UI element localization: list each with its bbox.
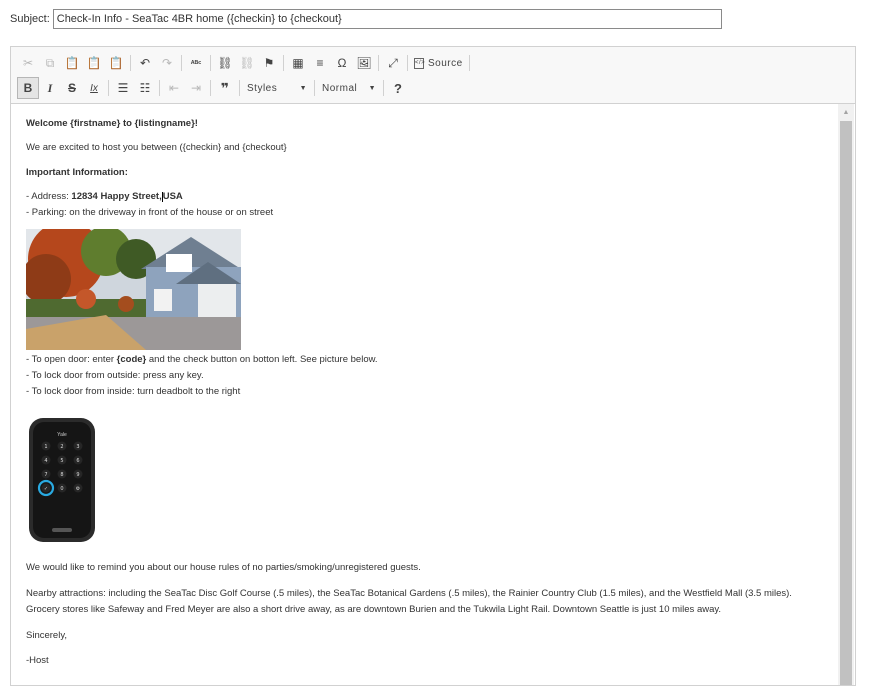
address-line: - Address: 12834 Happy Street,USA	[26, 191, 824, 207]
bulleted-list-icon[interactable]: ☷	[134, 77, 156, 99]
blockquote-button[interactable]: ❞	[214, 77, 236, 99]
paste-text-icon[interactable]: 📋	[83, 52, 105, 74]
toolbar-separator	[181, 55, 182, 71]
parking-line: - Parking: on the driveway in front of t…	[26, 207, 274, 219]
source-button[interactable]: </> Source	[411, 57, 466, 69]
outdent-icon[interactable]: ⇤	[163, 77, 185, 99]
keypad-key-label: 8	[60, 472, 63, 478]
numbered-list-icon[interactable]: ☰	[112, 77, 134, 99]
toolbar-separator	[468, 55, 470, 71]
door-code: {code}	[116, 354, 147, 366]
toolbar-separator	[130, 55, 131, 71]
important-text: Important Information:	[26, 166, 128, 178]
greeting-text: Welcome {firstname} to {listingname}!	[26, 118, 198, 129]
bold-button[interactable]: B	[17, 77, 39, 99]
important-heading: Important Information:	[26, 167, 824, 179]
toolbar-separator	[378, 55, 379, 71]
format-label: Normal	[322, 82, 358, 94]
indent-icon[interactable]: ⇥	[185, 77, 207, 99]
open-door-line: - To open door: enter {code} and the che…	[26, 354, 824, 370]
address-prefix: - Address:	[26, 191, 72, 203]
toolbar-separator	[239, 80, 240, 96]
paste-icon[interactable]: 📋	[61, 52, 83, 74]
unlink-icon[interactable]: ⛓	[236, 52, 258, 74]
toolbar-row-2: B I S Ix ☰ ☷ ⇤ ⇥ ❞ Styles ▼ Normal ▼ ?	[17, 76, 849, 100]
door-lock-photo[interactable]: Yale 1 2 3 4 5 6 7 8 9 ✓ 0 ⚙	[26, 416, 98, 545]
lock-brand: Yale	[57, 432, 67, 438]
toolbar-separator	[159, 80, 160, 96]
editor-content[interactable]: Welcome {firstname} to {listingname}! We…	[11, 104, 839, 685]
content-scrollbar[interactable]: ▲	[838, 104, 854, 685]
scrollbar-thumb[interactable]	[840, 121, 852, 685]
strike-button[interactable]: S	[61, 77, 83, 99]
keypad-key-label: 3	[76, 444, 79, 450]
paste-word-icon[interactable]: 📋	[105, 52, 127, 74]
table-icon[interactable]: ▦	[287, 52, 309, 74]
nearby-line: Nearby attractions: including the SeaTac…	[26, 588, 792, 600]
editor-toolbar: ✂ ⧉ 📋 📋 📋 ↶ ↷ ᴬᴮᶜ ⛓ ⛓ ⚑ ▦ ≡ Ω 🖼 ⤢ </> So…	[11, 47, 855, 104]
toolbar-separator	[383, 80, 384, 96]
keypad-key-label: ⚙	[76, 486, 81, 492]
toolbar-separator	[407, 55, 408, 71]
scroll-up-arrow-icon[interactable]: ▲	[838, 104, 854, 120]
chevron-down-icon: ▼	[368, 84, 376, 92]
cut-icon[interactable]: ✂	[17, 52, 39, 74]
keypad-key-label: 1	[44, 444, 47, 450]
keypad-key-label: 7	[44, 472, 47, 478]
toolbar-separator	[314, 80, 315, 96]
chevron-down-icon: ▼	[299, 84, 307, 92]
anchor-flag-icon[interactable]: ⚑	[258, 52, 280, 74]
toolbar-separator	[283, 55, 284, 71]
keypad-key-label: 0	[60, 486, 63, 492]
rich-text-editor: ✂ ⧉ 📋 📋 📋 ↶ ↷ ᴬᴮᶜ ⛓ ⛓ ⚑ ▦ ≡ Ω 🖼 ⤢ </> So…	[10, 46, 856, 686]
subject-input[interactable]	[52, 9, 722, 29]
styles-dropdown[interactable]: Styles ▼	[243, 78, 311, 98]
host-line: -Host	[26, 654, 49, 666]
copy-icon[interactable]: ⧉	[39, 52, 61, 74]
toolbar-row-1: ✂ ⧉ 📋 📋 📋 ↶ ↷ ᴬᴮᶜ ⛓ ⛓ ⚑ ▦ ≡ Ω 🖼 ⤢ </> So…	[17, 51, 849, 75]
excited-line: We are excited to host you between ({che…	[26, 142, 287, 154]
styles-label: Styles	[247, 82, 278, 94]
address-street: 12834 Happy Street,	[71, 191, 162, 203]
keypad-key-label: ✓	[44, 486, 48, 492]
keypad-key-label: 4	[44, 458, 47, 464]
keypad-key-label: 6	[76, 458, 79, 464]
image-icon[interactable]: 🖼	[353, 52, 375, 74]
address-country: USA	[162, 191, 183, 203]
open-door-suffix: and the check button on botton left. See…	[146, 354, 378, 366]
remove-format-button[interactable]: Ix	[83, 77, 105, 99]
toolbar-separator	[108, 80, 109, 96]
source-icon: </>	[414, 57, 425, 69]
maximize-icon[interactable]: ⤢	[382, 52, 404, 74]
subject-row: Subject:	[10, 9, 722, 29]
subject-label: Subject:	[10, 13, 50, 25]
keypad-key-label: 5	[60, 458, 63, 464]
remind-line: We would like to remind you about our ho…	[26, 562, 421, 574]
undo-icon[interactable]: ↶	[134, 52, 156, 74]
toolbar-separator	[210, 55, 211, 71]
special-char-icon[interactable]: Ω	[331, 52, 353, 74]
spellcheck-icon[interactable]: ᴬᴮᶜ	[185, 52, 207, 74]
greeting-line: Welcome {firstname} to {listingname}!	[26, 118, 824, 130]
format-dropdown[interactable]: Normal ▼	[318, 78, 380, 98]
open-door-prefix: - To open door: enter	[26, 354, 117, 366]
help-button[interactable]: ?	[387, 77, 409, 99]
house-photo[interactable]	[26, 229, 241, 351]
link-icon[interactable]: ⛓	[214, 52, 236, 74]
keypad-key-label: 2	[60, 444, 63, 450]
lock-inside-line: - To lock door from inside: turn deadbol…	[26, 386, 241, 398]
lock-outside-line: - To lock door from outside: press any k…	[26, 370, 204, 382]
toolbar-separator	[210, 80, 211, 96]
keypad-key-label: 9	[76, 472, 79, 478]
redo-icon[interactable]: ↷	[156, 52, 178, 74]
horizontal-rule-icon[interactable]: ≡	[309, 52, 331, 74]
sincerely-line: Sincerely,	[26, 630, 68, 642]
grocery-line: Grocery stores like Safeway and Fred Mey…	[26, 604, 722, 616]
italic-button[interactable]: I	[39, 77, 61, 99]
source-label: Source	[428, 57, 463, 69]
